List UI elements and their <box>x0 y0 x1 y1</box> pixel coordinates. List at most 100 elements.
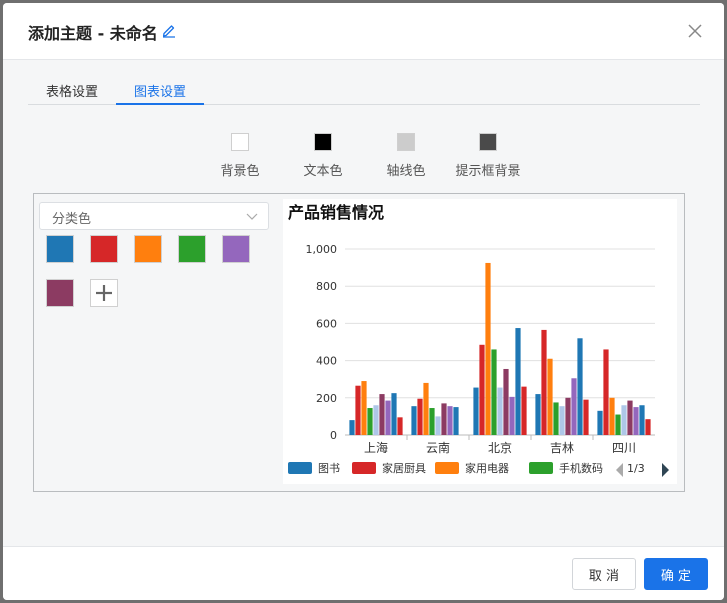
palette-color-3[interactable] <box>134 235 162 263</box>
x-tick-label: 四川 <box>612 441 636 455</box>
y-tick-label: 400 <box>316 355 337 368</box>
legend-page-indicator: 1/3 <box>627 462 645 475</box>
plus-icon <box>96 285 112 301</box>
bar <box>553 402 559 435</box>
text-color-label: 文本色 <box>303 164 343 179</box>
legend-prev-icon[interactable] <box>616 463 623 477</box>
chart-title: 产品销售情况 <box>288 203 384 222</box>
chart-color-panel: 分类色 产品销售情况 1,000 800 600 400 200 0 上海 云南 北京 吉林 四川… <box>33 193 685 492</box>
palette-color-2[interactable] <box>90 235 118 263</box>
x-tick-label: 北京 <box>488 441 512 455</box>
add-color-button[interactable] <box>90 279 118 307</box>
palette-color-6[interactable] <box>46 279 74 307</box>
bar <box>565 397 571 435</box>
bar <box>423 382 429 435</box>
background-color-label: 背景色 <box>220 164 260 179</box>
legend-label: 图书 <box>318 462 340 475</box>
palette-mode-value: 分类色 <box>52 212 92 227</box>
bar <box>411 406 417 435</box>
bar <box>603 349 609 435</box>
legend-next-icon[interactable] <box>662 463 669 477</box>
text-color-swatch[interactable] <box>314 133 332 151</box>
bar <box>577 338 583 435</box>
bar <box>521 386 527 435</box>
tab-chart-settings[interactable]: 图表设置 <box>116 81 204 105</box>
palette-mode-select[interactable]: 分类色 <box>39 202 269 230</box>
bar <box>645 419 651 435</box>
legend-label: 手机数码 <box>559 461 603 475</box>
bar <box>541 329 547 435</box>
y-tick-label: 0 <box>330 429 337 442</box>
chevron-down-icon <box>246 213 258 220</box>
bar <box>491 349 497 435</box>
bar <box>361 381 367 435</box>
tooltip-background-swatch[interactable] <box>479 133 497 151</box>
bar <box>559 406 565 435</box>
bar <box>367 408 373 435</box>
bar <box>615 414 621 435</box>
bar <box>535 394 541 435</box>
dialog-footer: 取 消 确 定 <box>3 546 724 600</box>
bar <box>379 394 385 435</box>
edit-pencil-icon[interactable] <box>161 22 177 38</box>
close-icon[interactable] <box>687 23 703 39</box>
bar <box>597 410 603 435</box>
bar <box>485 262 491 435</box>
bar <box>473 387 479 435</box>
add-theme-dialog: 添加主题 - 未命名 表格设置 图表设置 背景色 文本色 轴线色 提示框背景 分… <box>3 3 724 600</box>
background-color-swatch[interactable] <box>231 133 249 151</box>
bar <box>355 385 361 435</box>
y-tick-label: 800 <box>316 280 337 293</box>
settings-tabs: 表格设置 图表设置 <box>28 81 700 105</box>
legend-swatch <box>288 462 312 474</box>
confirm-button[interactable]: 确 定 <box>644 558 708 590</box>
bar <box>391 393 397 435</box>
bar <box>373 405 379 435</box>
bar <box>453 407 459 435</box>
bar <box>547 358 553 435</box>
palette-color-5[interactable] <box>222 235 250 263</box>
legend-swatch <box>352 462 376 474</box>
dialog-header: 添加主题 - 未命名 <box>3 3 724 60</box>
axis-color-setting: 轴线色 <box>366 133 446 179</box>
background-color-setting: 背景色 <box>200 133 280 179</box>
bar <box>349 420 355 435</box>
axis-color-label: 轴线色 <box>386 164 426 179</box>
bar <box>497 387 503 435</box>
bar <box>435 416 441 435</box>
tooltip-background-label: 提示框背景 <box>455 164 521 179</box>
bar <box>639 405 645 435</box>
y-tick-label: 1,000 <box>306 243 338 256</box>
bar <box>515 328 521 435</box>
bar <box>503 368 509 435</box>
bar <box>627 400 633 435</box>
legend-swatch <box>435 462 459 474</box>
bar <box>609 397 615 435</box>
bar <box>621 405 627 435</box>
bar <box>633 407 639 435</box>
bar <box>429 408 435 435</box>
legend-label: 家用电器 <box>465 461 509 475</box>
bar <box>509 396 515 435</box>
tab-table-settings[interactable]: 表格设置 <box>28 81 116 105</box>
legend-label: 家居厨具 <box>382 461 426 475</box>
axis-color-swatch[interactable] <box>397 133 415 151</box>
x-tick-label: 云南 <box>426 440 450 455</box>
y-tick-label: 200 <box>316 392 337 405</box>
dialog-title: 添加主题 - 未命名 <box>28 24 158 43</box>
legend-swatch <box>529 462 553 474</box>
bar <box>571 378 577 435</box>
text-color-setting: 文本色 <box>283 133 363 179</box>
bar <box>397 417 403 435</box>
x-tick-label: 上海 <box>364 440 388 455</box>
cancel-button[interactable]: 取 消 <box>572 558 636 590</box>
bar <box>441 403 447 435</box>
bar <box>417 398 423 435</box>
chart-preview: 产品销售情况 1,000 800 600 400 200 0 上海 云南 北京 吉林 四川 图书 家… <box>283 199 677 484</box>
bar <box>447 406 453 435</box>
palette-color-4[interactable] <box>178 235 206 263</box>
x-tick-label: 吉林 <box>550 441 574 455</box>
bar <box>583 399 589 435</box>
palette-color-1[interactable] <box>46 235 74 263</box>
bar-chart: 产品销售情况 1,000 800 600 400 200 0 上海 云南 北京 吉林 四川 图书 家… <box>288 203 669 477</box>
